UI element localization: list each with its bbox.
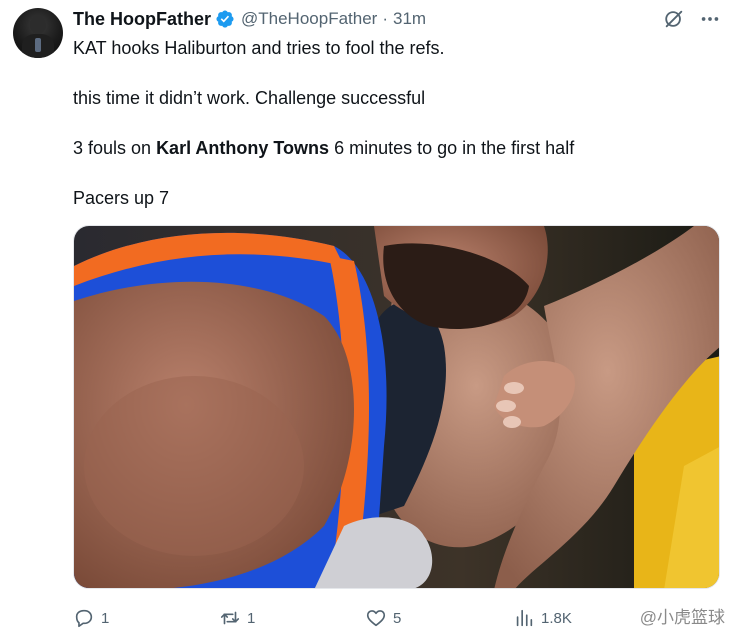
fouls-prefix: 3 fouls on (73, 138, 157, 158)
watermark: @小虎篮球 (640, 603, 725, 628)
more-icon[interactable] (699, 8, 721, 30)
fingernail-1 (504, 382, 524, 394)
author-handle[interactable]: @TheHoopFather (241, 9, 377, 29)
reply-icon (75, 609, 93, 628)
repost-count: 1 (247, 609, 256, 627)
tweet-media-image[interactable] (73, 225, 720, 589)
fingernail-2 (496, 400, 516, 412)
tweet-line-3: 3 fouls on Karl Anthony Towns 6 minutes … (73, 137, 713, 159)
tweet-line-1: KAT hooks Haliburton and tries to fool t… (73, 38, 445, 58)
reply-count: 1 (101, 609, 110, 627)
repost-button[interactable]: 1 (219, 606, 255, 630)
verified-badge-icon (216, 10, 234, 28)
tweet-header: The HoopFather @TheHoopFather · 31m (73, 8, 426, 30)
watermark-text: @小虎篮球 (639, 608, 725, 627)
player-name: Karl Anthony Towns (156, 138, 330, 158)
views-icon (516, 609, 533, 627)
views-button[interactable]: 1.8K (513, 606, 572, 630)
like-count: 5 (393, 609, 402, 627)
fingernail-3 (503, 416, 521, 428)
avatar-figure-accent (35, 38, 41, 52)
avatar[interactable] (13, 8, 63, 58)
author-display-name[interactable]: The HoopFather (73, 9, 211, 30)
grok-icon[interactable] (663, 8, 685, 30)
views-count: 1.8K (541, 609, 572, 627)
header-separator: · (382, 9, 388, 28)
tweet-action-bar: 1 1 5 1.8K (73, 606, 723, 630)
tweet-top-actions (663, 8, 721, 30)
avatar-figure-head (30, 16, 46, 34)
arm-shading (84, 376, 304, 556)
tweet-line-4: Pacers up 7 (73, 188, 170, 208)
tweet-line-2: this time it didn’t work. Challenge succ… (73, 88, 426, 108)
tweet-timestamp[interactable]: 31m (393, 9, 426, 29)
reply-button[interactable]: 1 (73, 606, 109, 630)
heart-icon (366, 610, 386, 627)
like-button[interactable]: 5 (365, 606, 401, 630)
basketball-photo (74, 226, 719, 588)
repost-icon (220, 611, 240, 625)
tweet-text: KAT hooks Haliburton and tries to fool t… (73, 37, 713, 209)
fouls-suffix: 6 minutes to go in the first half (329, 138, 575, 158)
